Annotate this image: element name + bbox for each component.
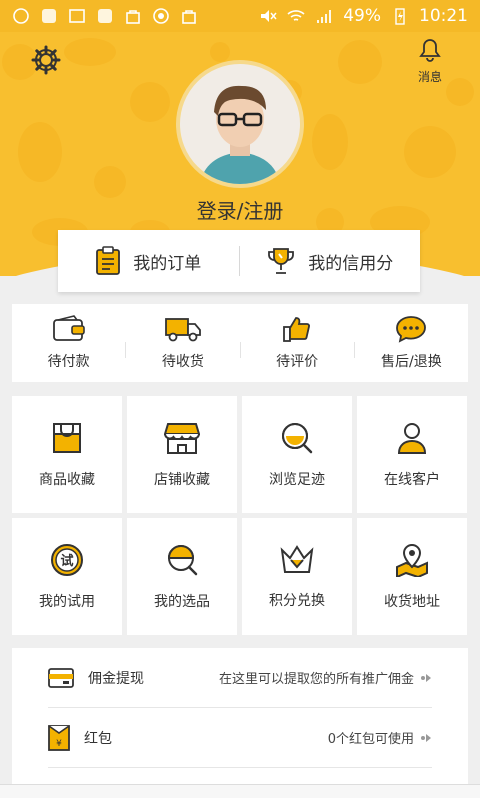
signal-icon <box>317 10 332 23</box>
pending-delivery-button[interactable]: 待收货 <box>126 315 239 371</box>
crown-icon <box>280 544 314 573</box>
chevron-right-icon <box>421 733 431 742</box>
browse-history-tile[interactable]: 浏览足迹 <box>242 396 352 513</box>
notification-icons <box>12 7 198 25</box>
clipboard-icon <box>96 246 121 275</box>
avatar[interactable] <box>176 60 304 188</box>
wifi-icon <box>287 10 305 21</box>
after-sales-button[interactable]: 售后/退换 <box>355 315 468 371</box>
trophy-icon <box>268 248 295 274</box>
pending-review-button[interactable]: 待评价 <box>241 315 354 371</box>
points-exchange-tile[interactable]: 积分兑换 <box>242 518 352 635</box>
status-bar: 49% 10:21 <box>0 0 480 32</box>
points-exchange-label: 积分兑换 <box>269 592 325 609</box>
bottom-tab-bar <box>0 784 480 798</box>
order-card: 我的订单 我的信用分 <box>58 230 420 292</box>
user-avatar-icon <box>200 85 280 184</box>
customer-service-icon <box>397 422 427 454</box>
shipping-address-tile[interactable]: 收货地址 <box>357 518 467 635</box>
chevron-right-icon <box>421 673 431 682</box>
gear-icon[interactable] <box>30 44 62 76</box>
battery-percent: 49% <box>343 6 381 26</box>
favorite-stores-label: 店铺收藏 <box>154 471 210 488</box>
svg-text:试: 试 <box>60 553 73 569</box>
app-notification-icon <box>98 9 112 23</box>
trial-badge-icon: 试 <box>51 543 83 576</box>
my-selection-label: 我的选品 <box>154 593 210 610</box>
my-selection-tile[interactable]: 我的选品 <box>127 518 237 635</box>
my-trials-tile[interactable]: 试 我的试用 <box>12 518 122 635</box>
online-service-tile[interactable]: 在线客户 <box>357 396 467 513</box>
my-credit-button[interactable]: 我的信用分 <box>240 246 421 276</box>
chat-bubble-icon <box>396 316 427 343</box>
function-grid: 商品收藏 店铺收藏 浏览足迹 在线客户 试 我的试用 我的选品 积分兑换 收货地… <box>12 396 468 635</box>
shipping-address-label: 收货地址 <box>384 593 440 610</box>
favorite-products-tile[interactable]: 商品收藏 <box>12 396 122 513</box>
bell-icon <box>419 39 441 62</box>
my-credit-label: 我的信用分 <box>308 253 394 274</box>
battery-charging-icon <box>395 8 405 25</box>
messages-button[interactable]: 消息 <box>410 38 450 85</box>
bag-icon <box>126 10 140 24</box>
red-packet-desc: 0个红包可使用 <box>327 732 414 747</box>
pending-review-label: 待评价 <box>276 354 319 370</box>
commission-withdraw-row[interactable]: 佣金提现 在这里可以提取您的所有推广佣金 <box>48 648 432 708</box>
bag-icon <box>182 10 196 24</box>
red-packet-label: 红包 <box>84 730 112 747</box>
store-icon <box>164 422 200 454</box>
location-map-icon <box>396 543 428 577</box>
login-register-link[interactable]: 登录/注册 <box>0 195 480 224</box>
commission-withdraw-label: 佣金提现 <box>88 670 144 687</box>
favorite-products-label: 商品收藏 <box>39 471 95 488</box>
wallet-list: 佣金提现 在这里可以提取您的所有推广佣金 ¥ 红包 0个红包可使用 <box>12 648 468 798</box>
thumbs-up-icon <box>283 317 311 342</box>
search-icon <box>282 422 313 453</box>
shopping-bag-icon <box>53 422 81 453</box>
pending-delivery-label: 待收货 <box>161 354 204 370</box>
sync-icon <box>153 8 169 24</box>
commission-withdraw-desc: 在这里可以提取您的所有推广佣金 <box>218 672 414 687</box>
app-notification-icon <box>13 8 29 24</box>
card-icon <box>48 667 74 688</box>
order-status-bar: 待付款 待收货 待评价 售后/退换 <box>12 304 468 382</box>
pending-payment-label: 待付款 <box>47 354 90 370</box>
my-orders-label: 我的订单 <box>133 253 202 274</box>
app-notification-icon <box>42 9 56 23</box>
svg-text:¥: ¥ <box>56 739 62 749</box>
image-icon <box>69 9 85 23</box>
system-icons: 49% 10:21 <box>259 6 468 26</box>
online-service-label: 在线客户 <box>384 471 440 488</box>
my-trials-label: 我的试用 <box>39 593 95 610</box>
mute-icon <box>261 10 277 22</box>
selection-icon <box>167 544 198 575</box>
my-orders-button[interactable]: 我的订单 <box>58 246 239 276</box>
browse-history-label: 浏览足迹 <box>269 471 325 488</box>
clock: 10:21 <box>419 6 468 26</box>
favorite-stores-tile[interactable]: 店铺收藏 <box>127 396 237 513</box>
messages-label: 消息 <box>417 70 442 84</box>
truck-icon <box>164 318 201 342</box>
after-sales-label: 售后/退换 <box>381 354 442 370</box>
wallet-icon <box>52 315 85 341</box>
pending-payment-button[interactable]: 待付款 <box>12 315 125 371</box>
red-packet-icon: ¥ <box>48 724 70 751</box>
red-packet-row[interactable]: ¥ 红包 0个红包可使用 <box>48 708 432 768</box>
